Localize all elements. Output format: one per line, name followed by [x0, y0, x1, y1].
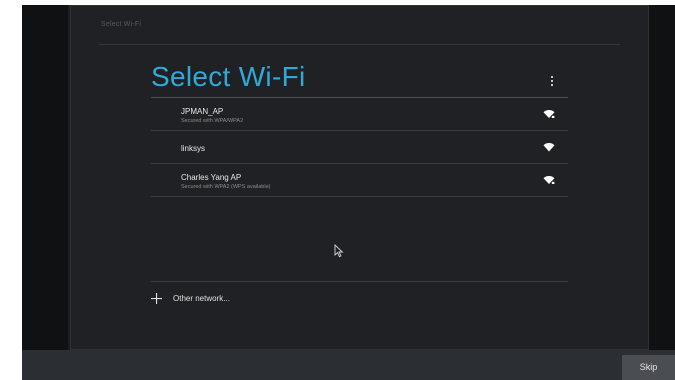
plus-icon: [151, 293, 162, 304]
network-security: Secured with WPA/WPA2: [181, 118, 244, 124]
network-item-jpman-ap[interactable]: JPMAN_AP Secured with WPA/WPA2: [151, 98, 568, 131]
network-item-linksys[interactable]: linksys: [151, 131, 568, 164]
network-item-charles-yang-ap[interactable]: Charles Yang AP Secured with WPA2 (WPS a…: [151, 164, 568, 197]
network-list: JPMAN_AP Secured with WPA/WPA2 linksys C…: [151, 98, 568, 197]
other-network-label: Other network...: [173, 294, 230, 303]
page-title: Select Wi-Fi: [151, 61, 306, 92]
network-name: Charles Yang AP: [181, 173, 242, 182]
skip-button[interactable]: Skip: [622, 355, 675, 380]
overflow-menu-icon[interactable]: [549, 74, 555, 88]
left-margin: [22, 5, 68, 350]
network-security: Secured with WPA2 (WPS available): [181, 184, 271, 190]
list-bottom-divider: [151, 281, 568, 282]
window-title: Select Wi-Fi: [101, 21, 142, 28]
bottom-bar: [22, 350, 675, 380]
wifi-secured-icon: [543, 110, 555, 119]
mouse-pointer-icon: [334, 244, 344, 258]
network-name: JPMAN_AP: [181, 107, 224, 116]
wifi-open-icon: [543, 143, 555, 152]
wifi-panel: Select Wi-Fi Select Wi-Fi JPMAN_AP Secur…: [70, 5, 649, 350]
network-name: linksys: [181, 144, 206, 153]
wifi-secured-icon: [543, 176, 555, 185]
setup-screen: Select Wi-Fi Select Wi-Fi JPMAN_AP Secur…: [22, 5, 675, 380]
right-margin: [649, 5, 675, 350]
other-network-button[interactable]: Other network...: [151, 289, 351, 309]
title-divider: [99, 44, 620, 45]
